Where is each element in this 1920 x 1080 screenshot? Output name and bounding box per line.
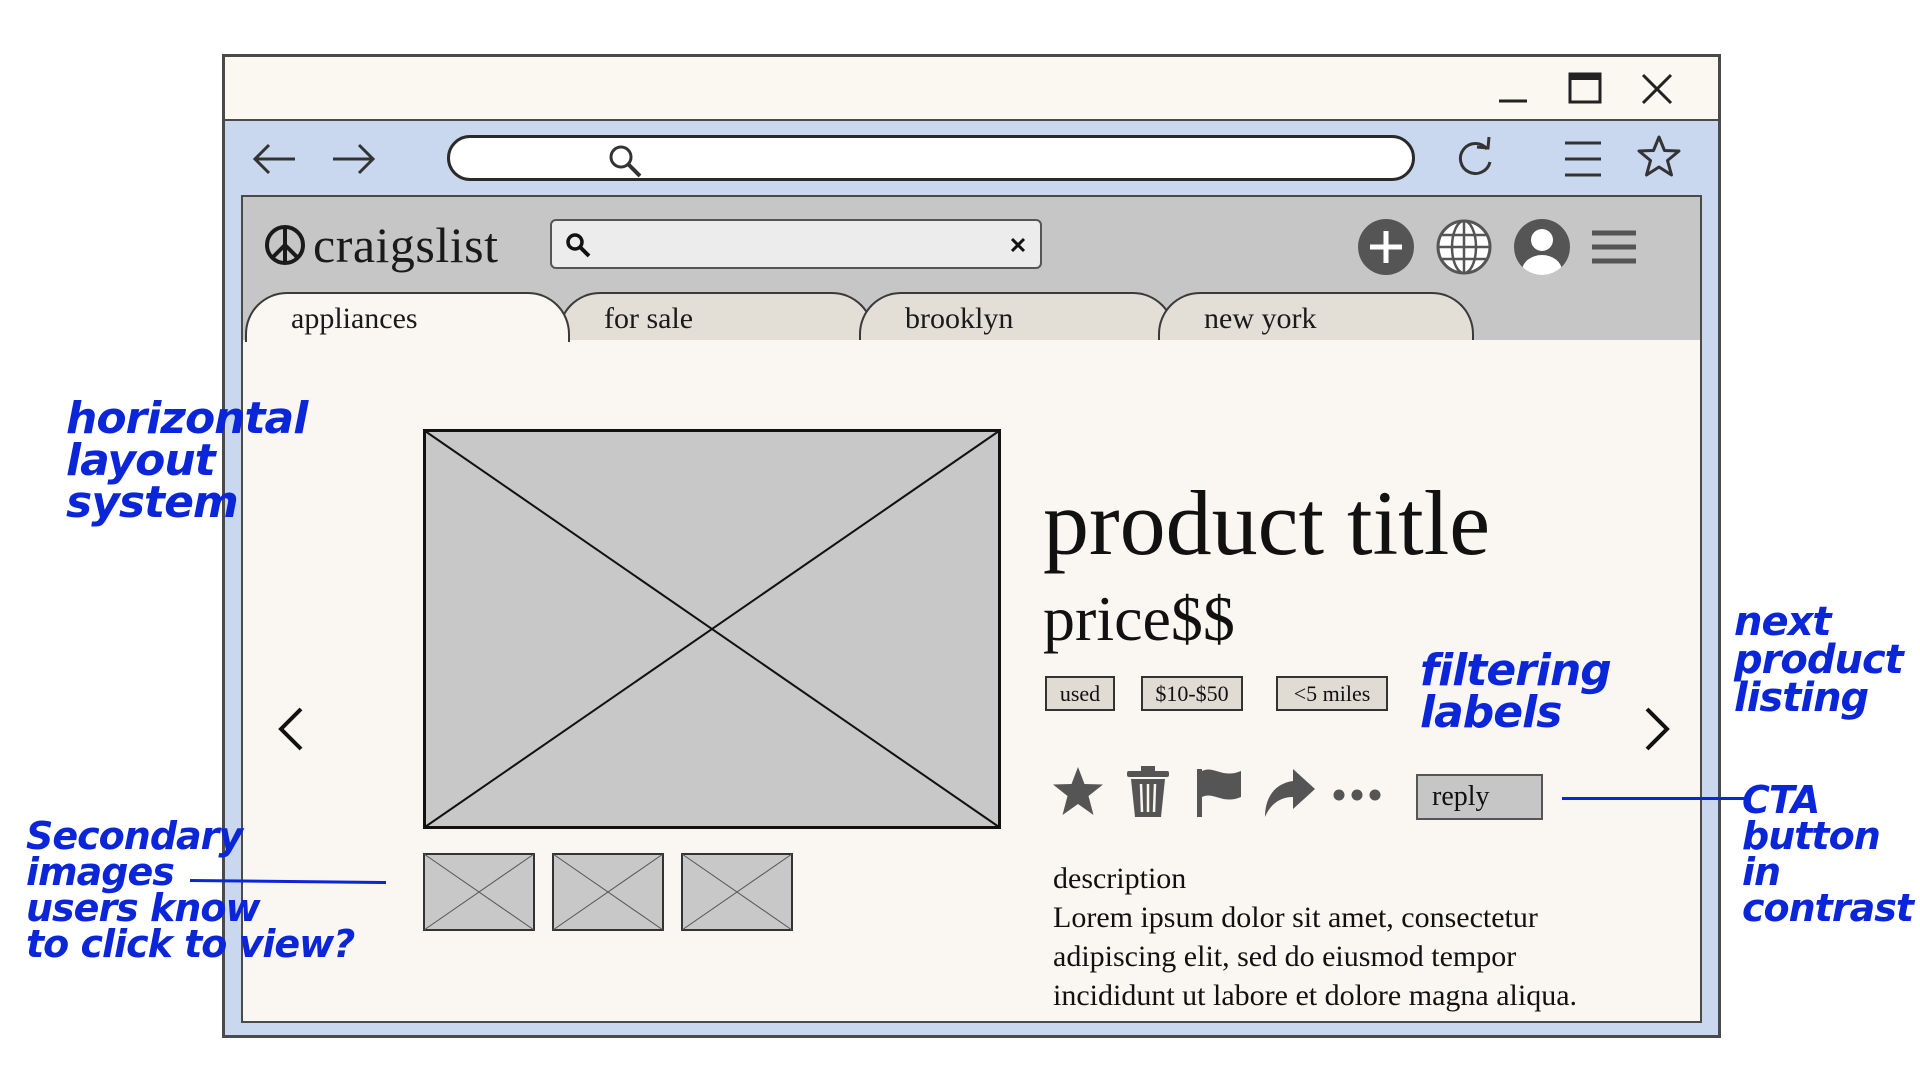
site-search-input[interactable] xyxy=(600,231,984,259)
plus-circle-icon xyxy=(1358,219,1414,275)
tab-label: for sale xyxy=(604,302,694,335)
favorite-button[interactable] xyxy=(1049,763,1107,821)
flag-button[interactable] xyxy=(1189,763,1247,821)
share-arrow-icon xyxy=(1265,769,1315,817)
address-bar[interactable] xyxy=(447,135,1415,181)
annotation-filtering-labels: filtering labels xyxy=(1420,645,1612,738)
more-options-button[interactable] xyxy=(1329,763,1387,821)
search-icon xyxy=(566,233,591,258)
site-header: craigslist appliances for sale brooklyn … xyxy=(243,197,1700,342)
tab-for-sale[interactable]: for sale xyxy=(558,292,874,340)
flag-icon xyxy=(1197,769,1241,817)
delete-button[interactable] xyxy=(1119,763,1177,821)
globe-icon xyxy=(1436,219,1492,275)
language-button[interactable] xyxy=(1434,217,1494,277)
product-title: product title xyxy=(1043,472,1491,574)
arrow-right-icon xyxy=(333,143,376,175)
image-placeholder-icon xyxy=(681,853,793,931)
account-button[interactable] xyxy=(1512,217,1572,277)
filter-label-condition[interactable]: used xyxy=(1045,676,1115,711)
site-viewport: craigslist appliances for sale brooklyn … xyxy=(241,195,1702,1023)
image-placeholder-icon xyxy=(423,853,535,931)
thumbnail-2[interactable] xyxy=(552,853,664,931)
trash-icon xyxy=(1127,766,1169,817)
site-menu-button[interactable] xyxy=(1588,221,1640,273)
annotation-arrow-cta xyxy=(1562,797,1748,800)
create-post-button[interactable] xyxy=(1356,217,1416,277)
more-dots-icon xyxy=(1333,789,1381,801)
chevron-right-icon xyxy=(1645,707,1670,751)
window-titlebar xyxy=(225,57,1718,121)
peace-sign-icon xyxy=(265,225,305,265)
annotation-secondary-images: Secondary images users know to click to … xyxy=(26,814,355,967)
share-button[interactable] xyxy=(1259,763,1317,821)
tab-new-york[interactable]: new york xyxy=(1158,292,1474,340)
previous-listing-button[interactable] xyxy=(271,699,311,759)
reload-button[interactable] xyxy=(1451,135,1499,183)
next-listing-button[interactable] xyxy=(1637,699,1677,759)
logo-text: craigslist xyxy=(313,217,499,273)
annotation-next-listing: next product listing xyxy=(1734,599,1904,721)
user-avatar-icon xyxy=(1514,219,1570,275)
minimize-button[interactable] xyxy=(1491,67,1535,111)
close-icon xyxy=(1641,73,1673,105)
reply-button[interactable]: reply xyxy=(1416,774,1543,820)
description-heading: description xyxy=(1053,862,1187,895)
arrow-left-icon xyxy=(252,143,295,175)
minimize-icon xyxy=(1499,99,1527,103)
back-button[interactable] xyxy=(251,139,299,179)
close-window-button[interactable] xyxy=(1635,67,1679,111)
product-price: price$$ xyxy=(1043,583,1235,654)
tab-appliances[interactable]: appliances xyxy=(245,292,570,342)
star-outline-icon xyxy=(1637,135,1681,177)
browser-menu-button[interactable] xyxy=(1561,137,1605,181)
maximize-icon xyxy=(1568,72,1602,104)
browser-window: craigslist appliances for sale brooklyn … xyxy=(222,54,1721,1038)
tab-label: new york xyxy=(1204,302,1317,335)
main-product-image[interactable] xyxy=(423,429,1001,829)
product-description: description Lorem ipsum dolor sit amet, … xyxy=(1053,859,1613,1015)
thumbnail-1[interactable] xyxy=(423,853,535,931)
site-logo[interactable]: craigslist xyxy=(263,217,499,273)
hamburger-icon xyxy=(1592,230,1636,264)
hamburger-icon xyxy=(1565,141,1601,177)
tab-brooklyn[interactable]: brooklyn xyxy=(859,292,1175,340)
annotation-cta-button: CTA button in contrast xyxy=(1742,778,1914,931)
filter-label-price[interactable]: $10-$50 xyxy=(1141,676,1243,711)
chevron-left-icon xyxy=(278,707,303,751)
tab-label: brooklyn xyxy=(905,302,1014,335)
maximize-button[interactable] xyxy=(1563,67,1607,111)
tab-label: appliances xyxy=(291,302,418,335)
address-input[interactable] xyxy=(520,144,1394,174)
filter-label-distance[interactable]: <5 miles xyxy=(1276,676,1388,711)
browser-navbar xyxy=(225,121,1718,197)
description-body: Lorem ipsum dolor sit amet, consectetur … xyxy=(1053,901,1578,1012)
forward-button[interactable] xyxy=(329,139,377,179)
clear-search-icon[interactable] xyxy=(1008,235,1028,255)
image-placeholder-icon xyxy=(552,853,664,931)
bookmark-button[interactable] xyxy=(1635,133,1683,181)
thumbnail-3[interactable] xyxy=(681,853,793,931)
reload-icon xyxy=(1458,136,1492,175)
image-placeholder-icon xyxy=(423,429,1001,829)
site-search-box[interactable] xyxy=(550,219,1042,269)
annotation-horizontal-layout: horizontal layout system xyxy=(66,393,308,528)
star-icon xyxy=(1053,767,1103,815)
